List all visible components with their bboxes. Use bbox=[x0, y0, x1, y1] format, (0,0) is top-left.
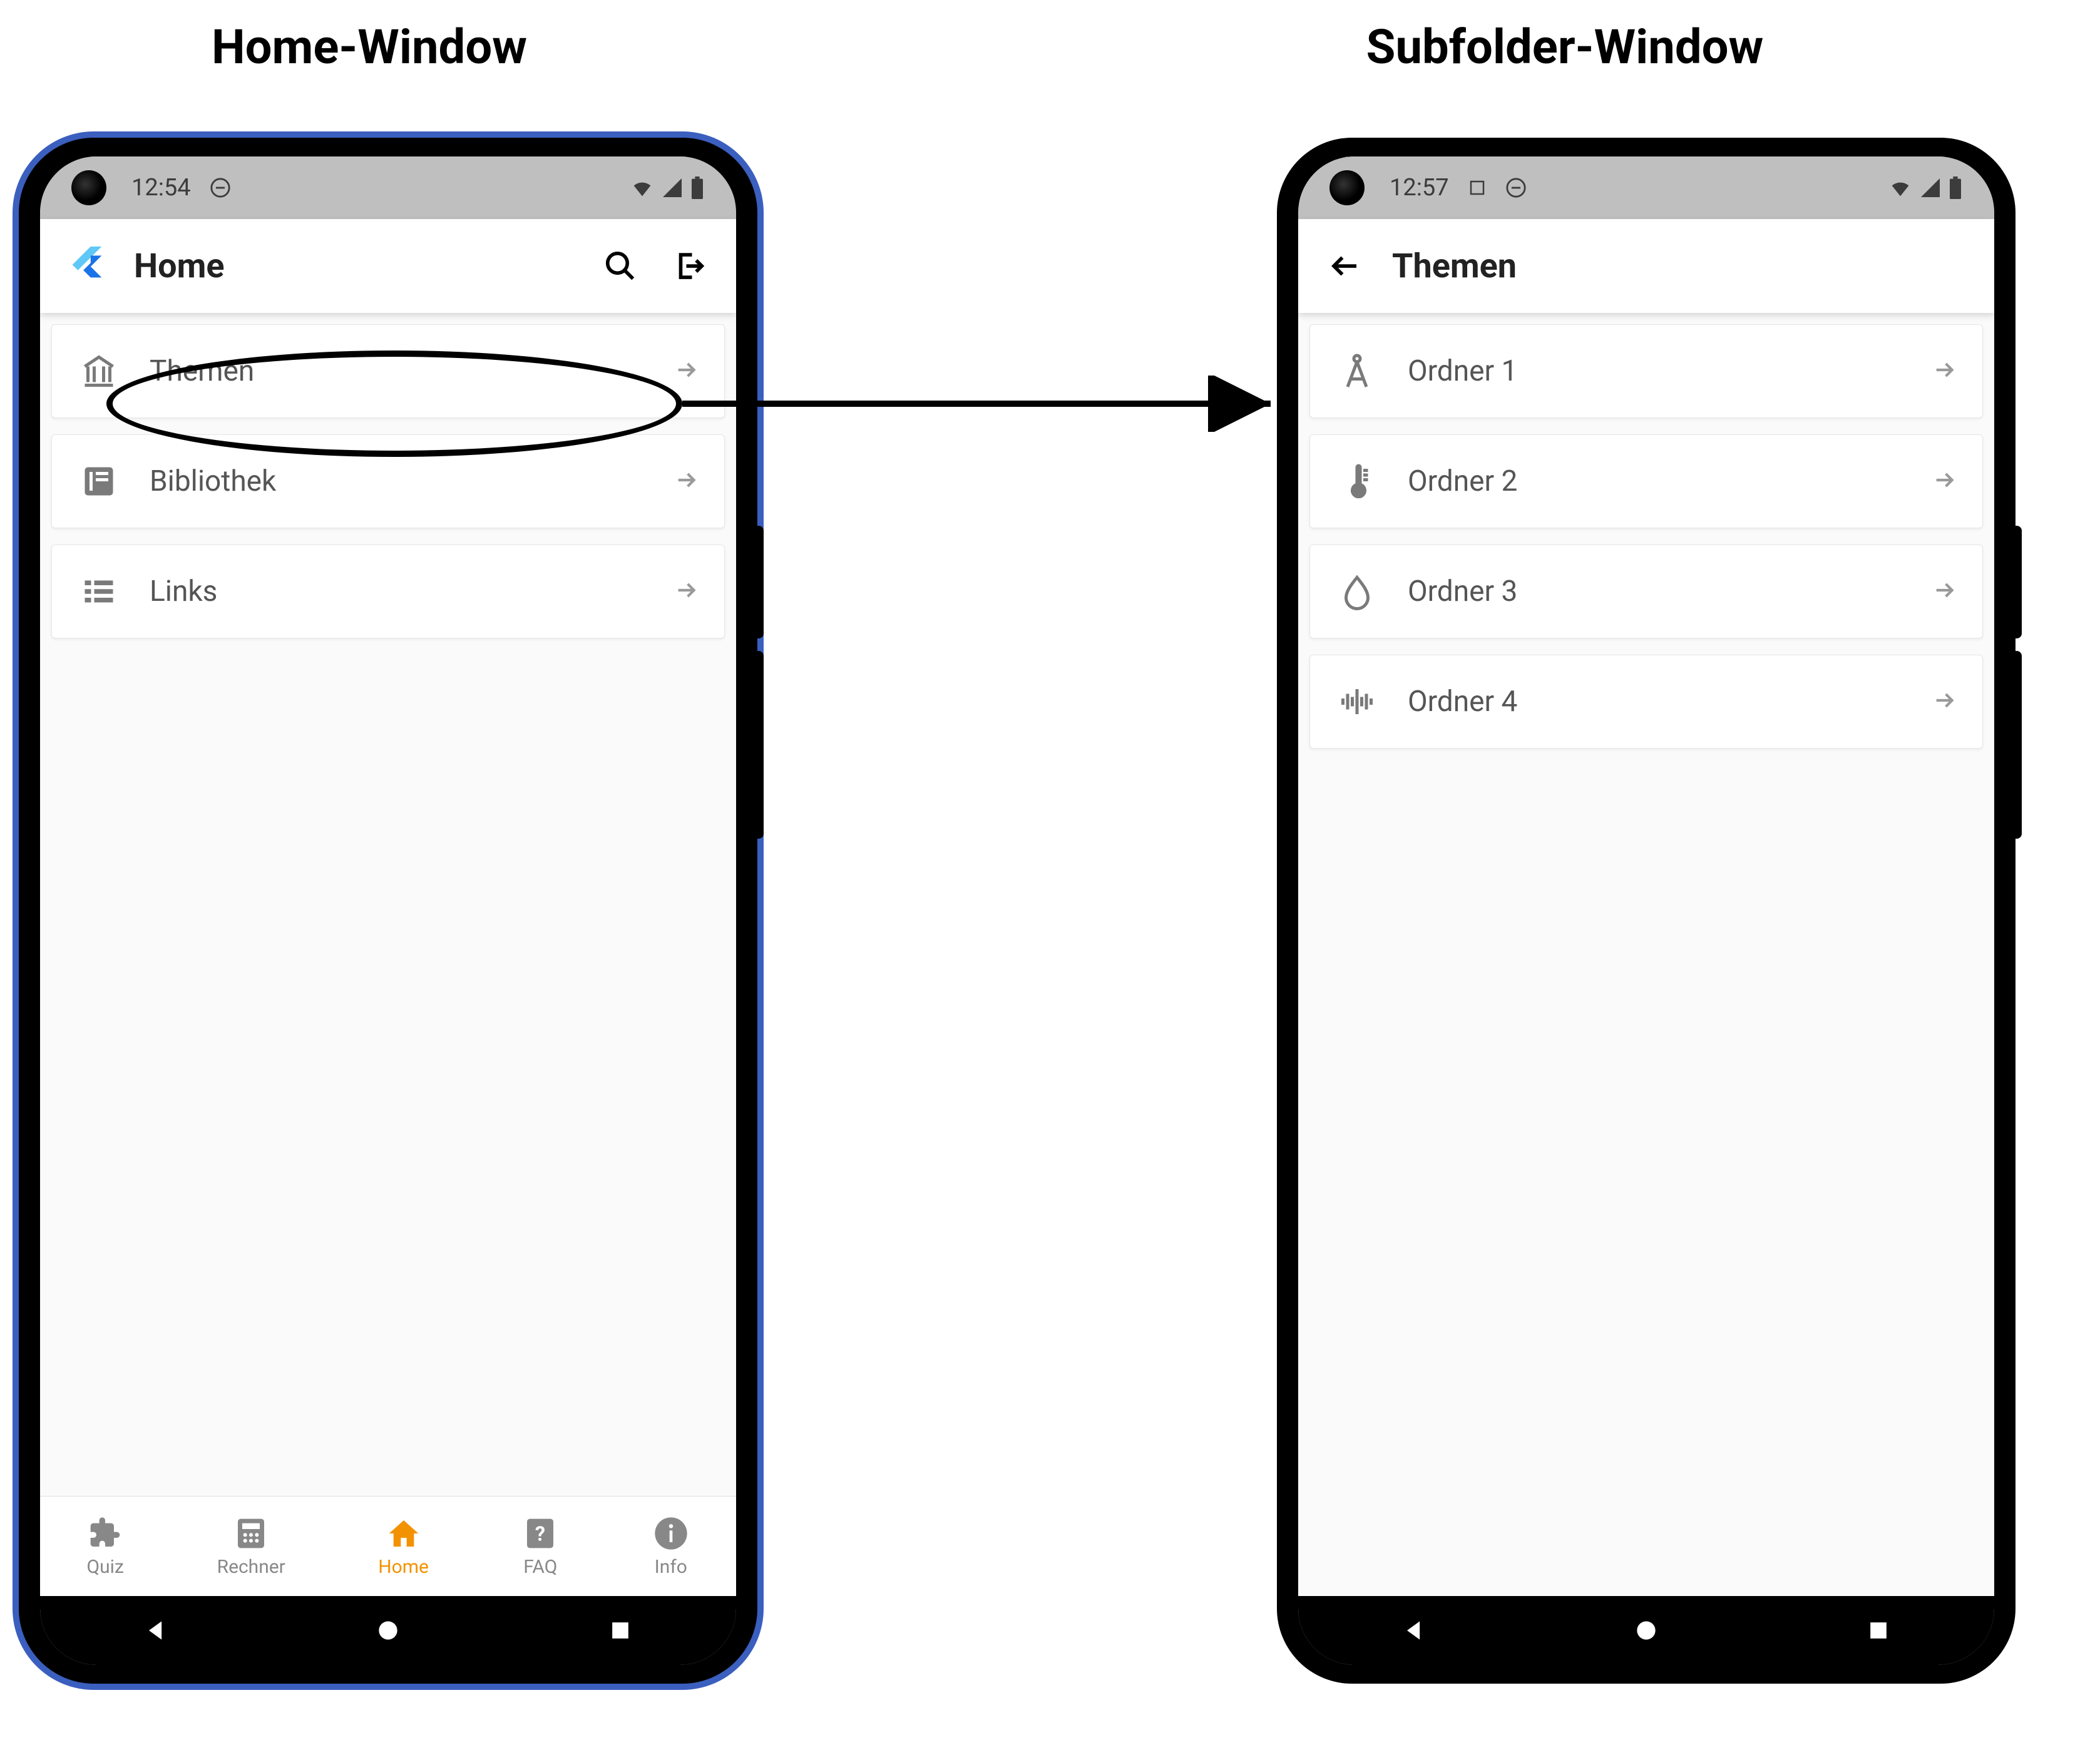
volume-button bbox=[2013, 651, 2022, 839]
calculator-icon bbox=[232, 1515, 270, 1552]
screen-subfolder: 12:57 bbox=[1298, 156, 1994, 1665]
list-item-ordner-2[interactable]: Ordner 2 bbox=[1309, 434, 1983, 528]
search-icon[interactable] bbox=[598, 244, 642, 288]
android-back-icon[interactable] bbox=[1400, 1617, 1428, 1644]
nav-label: Rechner bbox=[217, 1556, 285, 1578]
nav-label: Quiz bbox=[87, 1556, 124, 1578]
phone-frame-subfolder: 12:57 bbox=[1277, 138, 2015, 1684]
status-time: 12:54 bbox=[131, 174, 191, 202]
nav-rechner[interactable]: Rechner bbox=[217, 1515, 285, 1578]
chevron-right-icon bbox=[674, 468, 699, 495]
android-home-icon[interactable] bbox=[1632, 1617, 1660, 1644]
bottom-nav: Quiz Rechner Home ? FAQ bbox=[40, 1496, 736, 1596]
camera-punchhole bbox=[71, 170, 106, 205]
flutter-logo-icon bbox=[65, 243, 109, 289]
list-item-themen[interactable]: Themen bbox=[51, 324, 725, 418]
back-icon[interactable] bbox=[1323, 244, 1367, 288]
list-item-label: Links bbox=[150, 575, 645, 608]
appbar: Home bbox=[40, 219, 736, 313]
list-item-label: Ordner 3 bbox=[1408, 575, 1903, 608]
screen-home: 12:54 Home bbox=[40, 156, 736, 1665]
nav-label: FAQ bbox=[523, 1556, 557, 1578]
android-recent-icon[interactable] bbox=[1865, 1617, 1892, 1644]
nav-home[interactable]: Home bbox=[378, 1515, 429, 1578]
chevron-right-icon bbox=[1932, 468, 1957, 495]
book-icon bbox=[77, 459, 121, 503]
wifi-icon bbox=[630, 175, 655, 200]
android-back-icon[interactable] bbox=[142, 1617, 170, 1644]
status-time: 12:57 bbox=[1390, 174, 1449, 202]
power-button bbox=[2013, 526, 2022, 638]
chevron-right-icon bbox=[674, 357, 699, 385]
phone-frame-home: 12:54 Home bbox=[19, 138, 757, 1684]
thermometer-icon bbox=[1335, 459, 1379, 503]
power-button bbox=[755, 526, 764, 638]
list-icon bbox=[77, 570, 121, 613]
nav-label: Home bbox=[378, 1556, 429, 1578]
list-item-label: Ordner 1 bbox=[1408, 354, 1903, 388]
heading-subfolder-window: Subfolder-Window bbox=[1346, 19, 1784, 75]
list-item-label: Themen bbox=[150, 354, 645, 388]
list-item-ordner-1[interactable]: Ordner 1 bbox=[1309, 324, 1983, 418]
soundwave-icon bbox=[1335, 680, 1379, 724]
list-item-ordner-4[interactable]: Ordner 4 bbox=[1309, 655, 1983, 749]
chevron-right-icon bbox=[1932, 357, 1957, 385]
appbar-title: Home bbox=[134, 247, 573, 286]
do-not-disturb-icon bbox=[210, 177, 231, 198]
list-item-links[interactable]: Links bbox=[51, 545, 725, 638]
home-list: Themen Bibliothek Links bbox=[40, 313, 736, 1496]
android-recent-icon[interactable] bbox=[607, 1617, 634, 1644]
android-system-nav bbox=[1298, 1596, 1994, 1665]
home-icon bbox=[385, 1515, 423, 1552]
android-system-nav bbox=[40, 1596, 736, 1665]
do-not-disturb-icon bbox=[1505, 177, 1527, 198]
logout-icon[interactable] bbox=[667, 244, 711, 288]
signal-icon bbox=[661, 177, 684, 199]
camera-punchhole bbox=[1329, 170, 1365, 205]
info-icon bbox=[652, 1515, 690, 1552]
appbar: Themen bbox=[1298, 219, 1994, 313]
puzzle-icon bbox=[86, 1515, 124, 1552]
chevron-right-icon bbox=[1932, 688, 1957, 715]
battery-icon bbox=[690, 177, 705, 199]
android-home-icon[interactable] bbox=[374, 1617, 402, 1644]
question-icon: ? bbox=[521, 1515, 559, 1552]
list-item-ordner-3[interactable]: Ordner 3 bbox=[1309, 545, 1983, 638]
volume-button bbox=[755, 651, 764, 839]
list-item-label: Ordner 4 bbox=[1408, 685, 1903, 719]
droplet-icon bbox=[1335, 570, 1379, 613]
list-item-label: Bibliothek bbox=[150, 464, 645, 498]
subfolder-list: Ordner 1 Ordner 2 Ordner 3 bbox=[1298, 313, 1994, 966]
screenshot-icon bbox=[1468, 178, 1487, 197]
museum-icon bbox=[77, 349, 121, 393]
statusbar: 12:57 bbox=[1298, 156, 1994, 219]
heading-home-window: Home-Window bbox=[182, 19, 557, 75]
svg-text:?: ? bbox=[535, 1522, 545, 1546]
chevron-right-icon bbox=[674, 578, 699, 605]
battery-icon bbox=[1948, 177, 1963, 199]
nav-faq[interactable]: ? FAQ bbox=[521, 1515, 559, 1578]
list-item-bibliothek[interactable]: Bibliothek bbox=[51, 434, 725, 528]
statusbar: 12:54 bbox=[40, 156, 736, 219]
annotation-arrow bbox=[682, 376, 1289, 432]
nav-label: Info bbox=[655, 1556, 687, 1578]
list-item-label: Ordner 2 bbox=[1408, 464, 1903, 498]
nav-quiz[interactable]: Quiz bbox=[86, 1515, 124, 1578]
wifi-icon bbox=[1888, 175, 1913, 200]
nav-info[interactable]: Info bbox=[652, 1515, 690, 1578]
compass-icon bbox=[1335, 349, 1379, 393]
signal-icon bbox=[1919, 177, 1942, 199]
chevron-right-icon bbox=[1932, 578, 1957, 605]
appbar-title: Themen bbox=[1392, 247, 1969, 286]
